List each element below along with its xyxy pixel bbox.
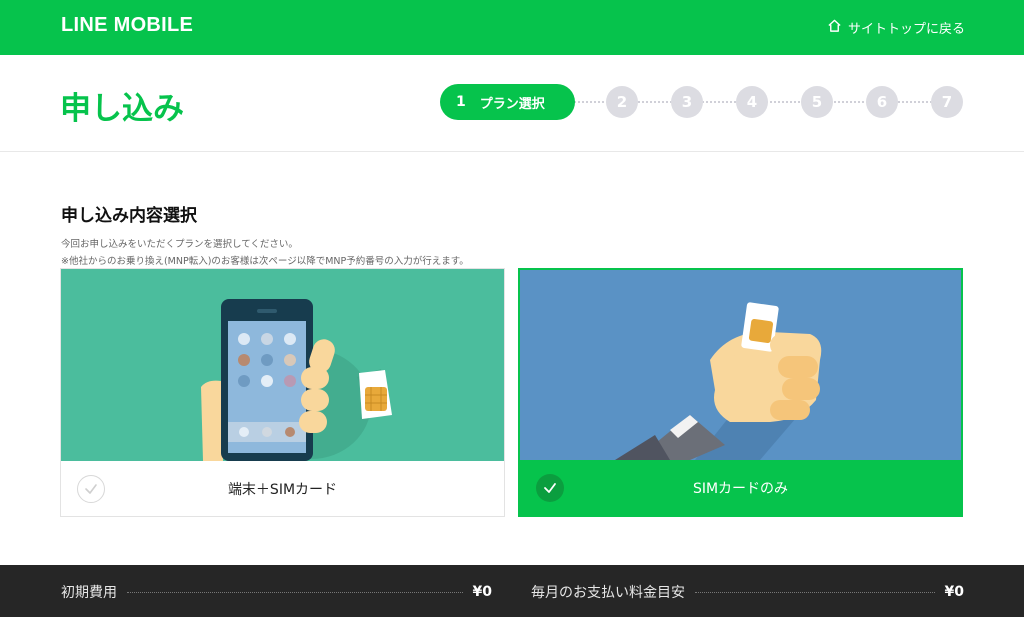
fee-summary-bar: 初期費用 ¥0 毎月のお支払い料金目安 ¥0 — [0, 565, 1024, 617]
option-footer: SIMカードのみ — [520, 460, 961, 515]
mnp-note: ※他社からのお乗り換え(MNP転入)のお客様は次ページ以降でMNP予約番号の入力… — [61, 256, 469, 267]
dotted-leader — [127, 591, 463, 593]
option-label: SIMカードのみ — [692, 480, 789, 497]
monthly-fee: 毎月のお支払い料金目安 ¥0 — [531, 582, 964, 602]
hand-holding-sim-illustration — [520, 270, 961, 462]
step-current-label: プラン選択 — [479, 96, 545, 112]
option-card-sim-only[interactable]: SIMカードのみ — [518, 268, 963, 517]
dotted-leader — [695, 591, 935, 593]
section-description: 今回お申し込みをいただくプランを選択してください。 — [61, 239, 298, 250]
top-bar: LINE MOBILE サイトトップに戻る — [0, 0, 1024, 55]
page-header: 申し込み 1 プラン選択 2 3 4 5 6 7 — [0, 55, 1024, 152]
line-mobile-logo[interactable]: LINE MOBILE — [61, 14, 193, 37]
phone-with-sim-illustration — [61, 269, 504, 461]
initial-fee-value: ¥0 — [472, 584, 492, 600]
step-2: 2 — [606, 86, 638, 118]
step-current-number: 1 — [456, 94, 466, 110]
monthly-fee-value: ¥0 — [944, 584, 964, 600]
step-current: 1 プラン選択 — [440, 84, 575, 120]
step-6: 6 — [866, 86, 898, 118]
step-5: 5 — [801, 86, 833, 118]
initial-fee: 初期費用 ¥0 — [61, 582, 492, 602]
step-3: 3 — [671, 86, 703, 118]
progress-stepper: 1 プラン選択 2 3 4 5 6 7 — [440, 84, 964, 120]
checkmark-icon[interactable] — [536, 473, 564, 502]
option-label: 端末＋SIMカード — [227, 481, 338, 498]
back-link-label: サイトトップに戻る — [847, 22, 965, 37]
initial-fee-label: 初期費用 — [61, 585, 117, 601]
home-icon — [827, 18, 842, 37]
page-title: 申し込み — [60, 91, 184, 127]
checkmark-icon[interactable] — [77, 474, 105, 503]
option-card-device-sim[interactable]: 端末＋SIMカード — [60, 268, 505, 517]
option-footer: 端末＋SIMカード — [61, 461, 504, 516]
step-4: 4 — [736, 86, 768, 118]
step-7: 7 — [931, 86, 963, 118]
monthly-fee-label: 毎月のお支払い料金目安 — [531, 585, 685, 601]
back-to-site-top-link[interactable]: サイトトップに戻る — [827, 18, 965, 37]
section-title: 申し込み内容選択 — [61, 206, 197, 226]
